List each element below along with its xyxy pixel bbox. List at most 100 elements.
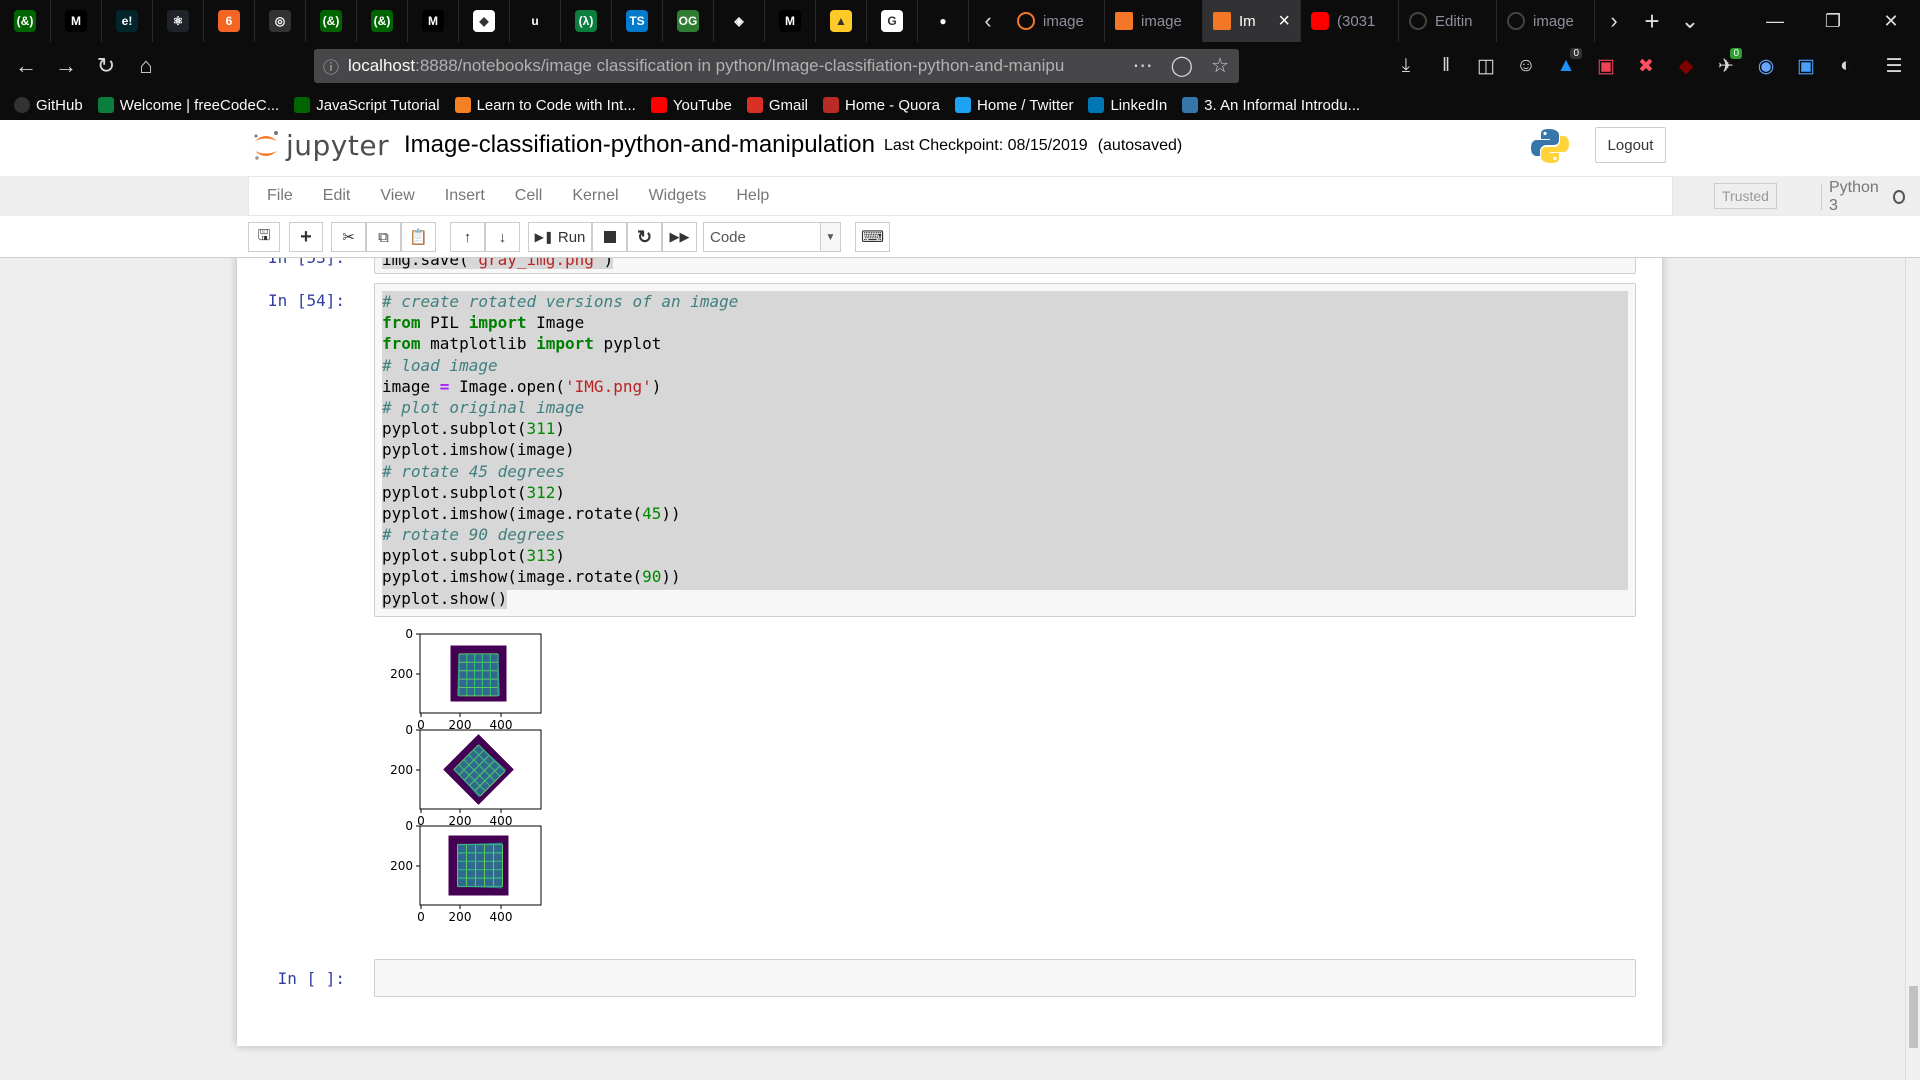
pinned-tab[interactable]: ◆ [459,0,510,42]
pinned-tab[interactable]: ● [918,0,969,42]
pinned-tab[interactable]: TS [612,0,663,42]
menu-cell[interactable]: Cell [500,176,558,216]
all-tabs-icon[interactable]: ⌄ [1671,0,1709,42]
menu-help[interactable]: Help [721,176,784,216]
trusted-indicator[interactable]: Trusted [1714,183,1777,209]
new-tab-icon[interactable]: + [1633,0,1671,42]
sidebar-icon[interactable]: ◫ [1466,46,1506,86]
save-button[interactable]: 🖫 [248,222,280,252]
move-up-button[interactable]: ↑ [450,222,485,252]
run-button[interactable]: ▶❚ Run [528,222,592,252]
bookmark-item[interactable]: Gmail [746,97,808,114]
close-window-icon[interactable]: ✕ [1862,0,1920,42]
close-tab-icon[interactable]: × [1278,10,1290,33]
pinned-tab[interactable]: 6 [204,0,255,42]
empty-cell-input[interactable] [374,959,1636,997]
menu-insert[interactable]: Insert [430,176,500,216]
pinned-tab[interactable]: ▲ [816,0,867,42]
camera-ext-icon[interactable]: ▣ [1786,46,1826,86]
bookmark-item[interactable]: Learn to Code with Int... [454,97,636,114]
url-bar[interactable]: ⓘ localhost:8888/notebooks/image classif… [314,49,1239,83]
gmail-icon [746,97,763,113]
bookmark-item[interactable]: 3. An Informal Introdu... [1182,97,1360,114]
cut-button[interactable]: ✂ [331,222,366,252]
main-cell-input[interactable]: # create rotated versions of an image fro… [374,283,1636,617]
bookmark-item[interactable]: JavaScript Tutorial [294,97,440,114]
logout-button[interactable]: Logout [1595,127,1666,163]
command-palette-button[interactable]: ⌨ [855,222,890,252]
download-icon[interactable]: ⤓ [1386,46,1426,86]
code-line: image = Image.open('IMG.png') [382,376,738,397]
bookmark-star-icon[interactable]: ☆ [1211,53,1229,78]
chevron-down-icon: ▼ [820,223,840,251]
browser-tab[interactable]: image [1105,0,1203,42]
bookmark-item[interactable]: Welcome | freeCodeC... [97,97,279,114]
block-ext-icon[interactable]: ✖ [1626,46,1666,86]
restart-run-all-button[interactable]: ▶▶ [662,222,697,252]
restart-button[interactable]: ↻ [627,222,662,252]
menu-file[interactable]: File [252,176,308,216]
pinned-tab[interactable]: M [408,0,459,42]
browser-tab[interactable]: image [1497,0,1595,42]
interrupt-button[interactable] [592,222,627,252]
browser-tab[interactable]: Im × [1203,0,1301,42]
pinned-tab[interactable]: ◎ [255,0,306,42]
browser-tab[interactable]: (3031 [1301,0,1399,42]
library-icon[interactable]: ‖ [1426,46,1466,86]
menu-widgets[interactable]: Widgets [634,176,722,216]
minimize-icon[interactable]: — [1746,0,1804,42]
restore-icon[interactable]: ❐ [1804,0,1862,42]
menu-edit[interactable]: Edit [308,176,366,216]
info-icon[interactable]: ⓘ [314,54,348,78]
jupyter-icon [1017,12,1035,30]
bookmark-item[interactable]: Home / Twitter [955,97,1073,114]
bookmark-item[interactable]: YouTube [650,97,732,114]
menu-icon[interactable]: ☰ [1874,46,1914,86]
copy-button[interactable]: ⧉ [366,222,401,252]
pinned-tab[interactable]: ◈ [714,0,765,42]
notebook-title[interactable]: Image-classifiation-python-and-manipulat… [404,131,875,159]
paste-button[interactable]: 📋 [401,222,436,252]
scroll-tabs-right-icon[interactable]: › [1595,0,1633,42]
pinned-tab[interactable]: M [51,0,102,42]
insert-cell-button[interactable]: + [289,222,323,252]
pinned-tab[interactable]: (λ) [561,0,612,42]
pinned-tab[interactable]: M [765,0,816,42]
pinned-tab[interactable]: ⚛ [153,0,204,42]
pinned-tab[interactable]: (&) [0,0,51,42]
extension-icon[interactable]: ✈ 0 [1706,46,1746,86]
translate-icon[interactable]: ◉ [1746,46,1786,86]
pinned-tab[interactable]: OG [663,0,714,42]
forward-button[interactable]: → [46,46,86,86]
ublock-icon[interactable]: ◆ [1666,46,1706,86]
account-icon[interactable]: ☺ [1506,46,1546,86]
pinned-tab[interactable]: (&) [306,0,357,42]
bookmark-item[interactable]: LinkedIn [1088,97,1167,114]
pocket-ext-icon[interactable]: ▣ [1586,46,1626,86]
menu-kernel[interactable]: Kernel [557,176,633,216]
pinned-tab[interactable]: (&) [357,0,408,42]
bookmark-item[interactable]: Home - Quora [822,97,940,114]
notification-icon[interactable]: ▲ 0 [1546,46,1586,86]
pinned-tab[interactable]: e! [102,0,153,42]
jupyter-header: jupyter Image-classifiation-python-and-m… [0,120,1920,176]
move-down-button[interactable]: ↓ [485,222,520,252]
reload-button[interactable]: ↻ [86,46,126,86]
prev-cell-input[interactable]: img.save('gray_img.png') [374,258,1636,274]
pinned-tab[interactable]: u [510,0,561,42]
back-button[interactable]: ← [6,46,46,86]
scroll-tabs-left-icon[interactable]: ‹ [969,0,1007,42]
browser-tab[interactable]: image [1007,0,1105,42]
browser-tab[interactable]: Editin [1399,0,1497,42]
scrollbar-thumb[interactable] [1909,986,1918,1048]
sync-ext-icon[interactable]: ◐ [1826,46,1866,86]
page-scrollbar[interactable] [1905,258,1920,1080]
bookmark-item[interactable]: GitHub [14,97,83,114]
jupyter-logo[interactable]: jupyter [252,127,389,163]
page-actions-icon[interactable]: ⋯ [1133,53,1153,78]
pinned-tab[interactable]: G [867,0,918,42]
home-button[interactable]: ⌂ [126,46,166,86]
pocket-icon[interactable]: ◯ [1171,53,1193,78]
menu-view[interactable]: View [365,176,429,216]
cell-type-select[interactable]: Code ▼ [703,222,841,252]
